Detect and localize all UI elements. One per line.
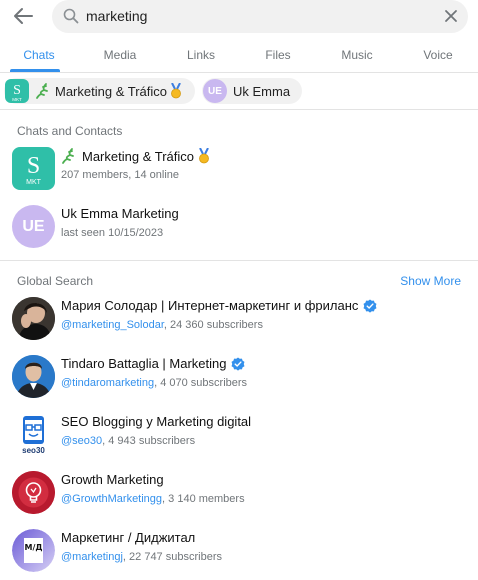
person-photo-icon (12, 297, 55, 340)
chat-title: Маркетинг / Диджитал (61, 530, 196, 545)
show-more-link[interactable]: Show More (400, 274, 461, 288)
back-button[interactable] (10, 5, 36, 27)
avatar (12, 471, 55, 514)
tab-music[interactable]: Music (341, 48, 372, 62)
lizard-emoji-icon (36, 83, 48, 99)
lizard-emoji-icon (62, 148, 74, 164)
md-logo-icon: М/Д (12, 529, 55, 572)
chat-title: Growth Marketing (61, 472, 164, 487)
search-box[interactable] (52, 0, 468, 33)
svg-text:MKT: MKT (12, 97, 22, 102)
avatar (12, 297, 55, 340)
section-divider (0, 260, 478, 261)
medal-emoji-icon (199, 148, 209, 164)
svg-text:S: S (27, 153, 40, 179)
verified-badge-icon (363, 298, 377, 313)
svg-text:seo30: seo30 (22, 446, 45, 455)
global-row-solodar[interactable]: Мария Солодар | Интернет-маркетинг и фри… (0, 292, 478, 348)
search-header (0, 0, 478, 34)
recent-chips: S MKT Marketing & Tráfico UE Uk Emma (0, 73, 478, 110)
chip-uk-emma[interactable]: UE Uk Emma (202, 78, 303, 104)
search-icon (63, 8, 79, 24)
tab-chats[interactable]: Chats (23, 48, 54, 62)
close-icon[interactable] (444, 9, 458, 23)
tab-media[interactable]: Media (104, 48, 137, 62)
person-photo-icon (12, 355, 55, 398)
chip-marketing-trafico[interactable]: S MKT Marketing & Tráfico (4, 78, 195, 104)
arrow-left-icon (14, 8, 33, 24)
avatar: seo30 (12, 413, 55, 456)
chip-label: Marketing & Tráfico (55, 83, 167, 99)
chip-label: Uk Emma (233, 83, 291, 99)
chat-subtitle: @marketingj, 22 747 subscribers (61, 551, 222, 563)
channel-handle[interactable]: @marketingj (61, 551, 123, 563)
seo30-logo-icon: seo30 (22, 416, 45, 455)
channel-handle[interactable]: @seo30 (61, 435, 102, 447)
chat-title: Uk Emma Marketing (61, 206, 179, 221)
active-tab-indicator (10, 69, 60, 72)
verified-badge-icon (232, 356, 245, 371)
chat-subtitle: @seo30, 4 943 subscribers (61, 435, 196, 447)
chat-subtitle: 207 members, 14 online (61, 169, 180, 181)
chat-title: Tindaro Battaglia | Marketing (61, 356, 245, 371)
chat-subtitle: @tindaromarketing, 4 070 subscribers (61, 377, 248, 389)
search-tabs: Chats Media Links Files Music Voice (0, 38, 478, 73)
global-row-marketing-digital-ru[interactable]: М/Д Маркетинг / Диджитал @marketingj, 22… (0, 524, 478, 580)
section-title-global-search: Global Search (17, 274, 94, 288)
svg-text:М/Д: М/Д (24, 543, 42, 552)
section-title-chats-contacts: Chats and Contacts (17, 124, 123, 138)
avatar: М/Д (12, 529, 55, 572)
channel-handle[interactable]: @GrowthMarketingg (61, 493, 162, 505)
chat-title: Marketing & Tráfico (61, 148, 211, 164)
svg-text:MKT: MKT (26, 179, 42, 186)
tab-voice[interactable]: Voice (423, 48, 452, 62)
channel-handle[interactable]: @marketing_Solodar (61, 319, 164, 331)
mkt-logo-icon: S MKT (26, 153, 42, 186)
channel-handle[interactable]: @tindaromarketing (61, 377, 154, 389)
chat-subtitle: @marketing_Solodar, 24 360 subscribers (61, 319, 263, 331)
chat-title: SEO Blogging y Marketing digital (61, 414, 252, 429)
avatar: UE (203, 79, 227, 103)
medal-emoji-icon (171, 83, 181, 99)
chat-title: Мария Солодар | Интернет-маркетинг и фри… (61, 298, 377, 313)
global-row-tindaro[interactable]: Tindaro Battaglia | Marketing @tindaroma… (0, 350, 478, 406)
avatar: S MKT (5, 79, 29, 103)
lightbulb-logo-icon (12, 471, 55, 514)
avatar: S MKT (12, 147, 55, 190)
tab-links[interactable]: Links (187, 48, 215, 62)
svg-text:S: S (13, 83, 21, 98)
chat-row-uk-emma[interactable]: UE Uk Emma Marketing last seen 10/15/202… (0, 200, 478, 256)
chat-subtitle: @GrowthMarketingg, 3 140 members (61, 493, 245, 505)
search-input[interactable] (86, 5, 426, 27)
mkt-logo-icon: S MKT (12, 83, 22, 102)
chat-subtitle: last seen 10/15/2023 (61, 227, 164, 239)
avatar: UE (12, 205, 55, 248)
global-row-seo30[interactable]: seo30 SEO Blogging y Marketing digital @… (0, 408, 478, 464)
chat-row-marketing-trafico[interactable]: S MKT Marketing & Tráfico 207 members, 1… (0, 142, 478, 198)
avatar (12, 355, 55, 398)
global-row-growth-marketing[interactable]: Growth Marketing @GrowthMarketingg, 3 14… (0, 466, 478, 522)
tab-files[interactable]: Files (265, 48, 290, 62)
